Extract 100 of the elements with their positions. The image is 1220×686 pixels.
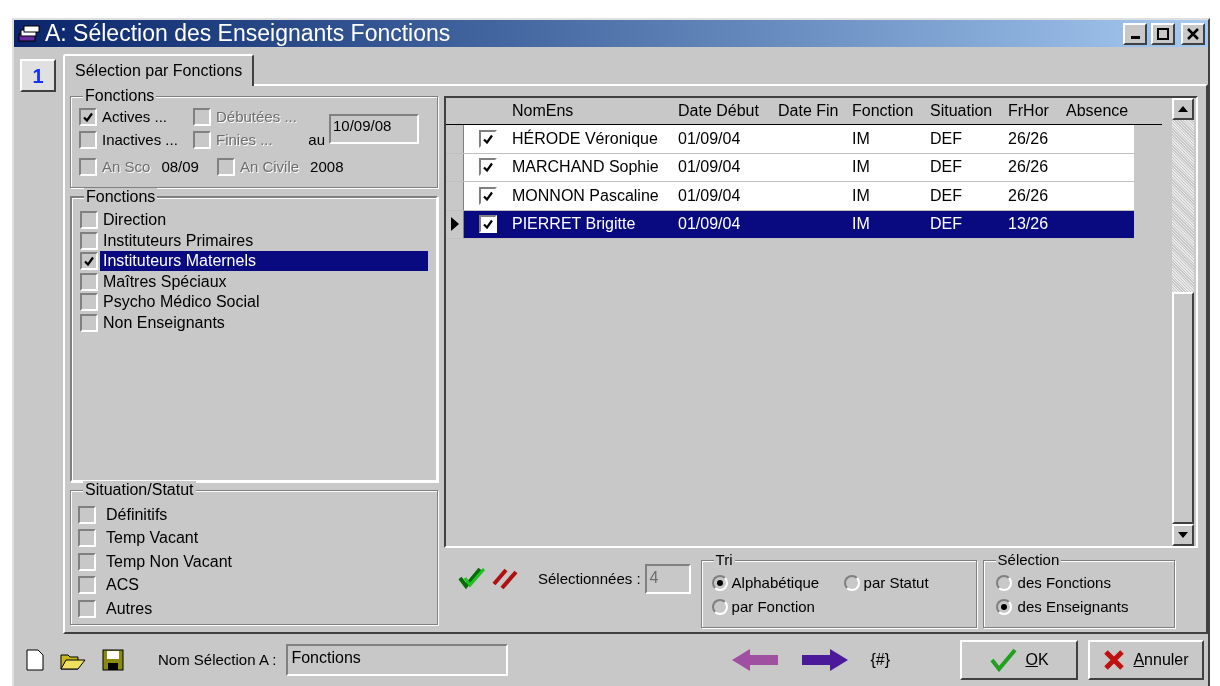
radio-button[interactable] xyxy=(843,575,860,591)
radio-button[interactable] xyxy=(995,575,1012,591)
function-item[interactable]: Instituteurs Maternels xyxy=(100,251,428,272)
checkbox[interactable] xyxy=(78,505,96,524)
new-document-icon[interactable] xyxy=(26,649,44,671)
function-item[interactable]: Maîtres Spéciaux xyxy=(100,271,428,292)
table-cell-text: 01/09/04 xyxy=(678,128,742,149)
table-cell-text: IM xyxy=(852,157,871,178)
table-cell-text: 26/26 xyxy=(1008,185,1050,206)
check-icon xyxy=(989,648,1018,672)
column-header[interactable]: NomEns xyxy=(512,99,678,123)
table-cell-text: IM xyxy=(852,185,871,206)
checkbox-label: Temp Non Vacant xyxy=(106,551,232,572)
radio-button[interactable] xyxy=(995,599,1012,615)
tab[interactable]: Sélection par Fonctions xyxy=(63,54,255,86)
radio-label: par Fonction xyxy=(731,597,815,617)
function-item[interactable]: Psycho Médico Social xyxy=(100,292,428,313)
column-header[interactable]: Fonction xyxy=(852,99,930,123)
date-field[interactable]: 10/09/08 xyxy=(329,114,419,144)
check-icon xyxy=(483,133,493,144)
checkbox-label: Définitifs xyxy=(106,504,168,525)
table-cell-text: DEF xyxy=(930,128,963,149)
checkbox[interactable] xyxy=(479,215,497,234)
check-icon xyxy=(483,190,493,201)
vertical-scrollbar[interactable] xyxy=(1172,98,1194,546)
table-row[interactable]: MARCHAND Sophie 01/09/04 IM DEF 26/26 xyxy=(446,153,1134,182)
checkbox-label: Finies ... xyxy=(216,130,273,150)
radio-label: des Fonctions xyxy=(1017,573,1111,593)
table-row[interactable]: PIERRET Brigitte 01/09/04 IM DEF 13/26 xyxy=(446,210,1134,239)
scroll-up-icon xyxy=(1178,106,1188,112)
function-item[interactable]: Instituteurs Primaires xyxy=(100,230,428,251)
radio-button[interactable] xyxy=(711,575,728,591)
function-item[interactable]: Direction xyxy=(100,210,428,231)
table-cell-text: MARCHAND Sophie xyxy=(512,157,660,178)
checkbox-label: Autres xyxy=(106,598,153,619)
checkbox[interactable] xyxy=(78,552,96,571)
name-label: Nom Sélection A : xyxy=(158,649,277,670)
radio-button[interactable] xyxy=(711,599,728,615)
checkbox-label: An Civile xyxy=(239,157,300,177)
function-item[interactable]: Non Enseignants xyxy=(100,312,428,333)
uncheck-all-icon[interactable] xyxy=(492,566,518,590)
checkbox-label: Débutées ... xyxy=(216,107,297,127)
checkbox-label: Actives ... xyxy=(102,107,168,127)
table-cell-text: 26/26 xyxy=(1008,128,1050,149)
table-cell-text: 01/09/04 xyxy=(678,185,742,206)
year-value: 08/09 xyxy=(161,157,199,177)
count-field: 4 xyxy=(644,564,691,594)
table-cell-text: MONNON Pascaline xyxy=(512,185,660,206)
column-header[interactable]: Situation xyxy=(930,99,1008,123)
table-cell-text: HÉRODE Véronique xyxy=(512,128,659,149)
table-cell-text: 01/09/04 xyxy=(678,157,742,178)
checkbox[interactable] xyxy=(78,576,96,595)
checkbox[interactable] xyxy=(80,211,98,230)
column-header[interactable]: Absence xyxy=(1066,99,1146,123)
check-icon xyxy=(483,162,493,173)
radio-label: des Enseignants xyxy=(1017,597,1129,617)
cancel-button[interactable]: Annuler xyxy=(1088,640,1204,680)
checkbox[interactable] xyxy=(78,599,96,618)
column-header[interactable]: Date Début xyxy=(678,99,778,123)
ok-button[interactable]: OK xyxy=(960,640,1078,680)
checkbox[interactable] xyxy=(79,131,97,149)
name-field[interactable]: Fonctions xyxy=(286,644,509,676)
close-button[interactable] xyxy=(1181,22,1205,45)
counter-label[interactable]: {#} xyxy=(870,648,890,672)
checkbox-label: Inactives ... xyxy=(102,130,178,150)
column-header[interactable]: Date Fin xyxy=(778,99,852,123)
check-icon xyxy=(84,256,94,267)
table-row[interactable]: MONNON Pascaline 01/09/04 IM DEF 26/26 xyxy=(446,182,1134,211)
check-all-icon[interactable] xyxy=(458,566,486,590)
checkbox-label: ACS xyxy=(106,575,139,596)
close-icon xyxy=(1187,27,1199,40)
checkbox-label: An Sco xyxy=(102,157,151,177)
checkbox[interactable] xyxy=(80,313,98,332)
maximize-icon xyxy=(1157,27,1169,40)
checkbox[interactable] xyxy=(78,529,96,548)
checkbox[interactable] xyxy=(79,108,97,126)
checkbox[interactable] xyxy=(80,252,98,271)
minimize-icon xyxy=(1130,36,1140,39)
scroll-down-icon xyxy=(1178,532,1188,538)
check-icon xyxy=(83,112,93,122)
checkbox[interactable] xyxy=(80,231,98,250)
save-icon[interactable] xyxy=(102,649,124,671)
table-row[interactable]: HÉRODE Véronique 01/09/04 IM DEF 26/26 xyxy=(446,125,1134,154)
page-number: 1 xyxy=(20,59,56,92)
checkbox[interactable] xyxy=(80,272,98,291)
checkbox[interactable] xyxy=(80,293,98,312)
year-value: 2008 xyxy=(310,157,344,177)
column-header[interactable]: FrHor xyxy=(1008,99,1066,123)
previous-arrow-icon[interactable] xyxy=(730,647,781,673)
table-cell-text: 01/09/04 xyxy=(678,214,742,235)
table-cell-text: DEF xyxy=(930,157,963,178)
table-cell-text: DEF xyxy=(930,185,963,206)
row-pointer-icon xyxy=(450,217,459,232)
scroll-thumb[interactable] xyxy=(1172,292,1194,524)
table-cell-text: IM xyxy=(852,214,871,235)
maximize-button[interactable] xyxy=(1151,22,1175,45)
window-title: A: Sélection des Enseignants Fonctions xyxy=(45,22,452,45)
minimize-button[interactable] xyxy=(1123,22,1147,45)
count-label: Sélectionnées : xyxy=(538,569,641,589)
cards-icon xyxy=(17,23,41,44)
